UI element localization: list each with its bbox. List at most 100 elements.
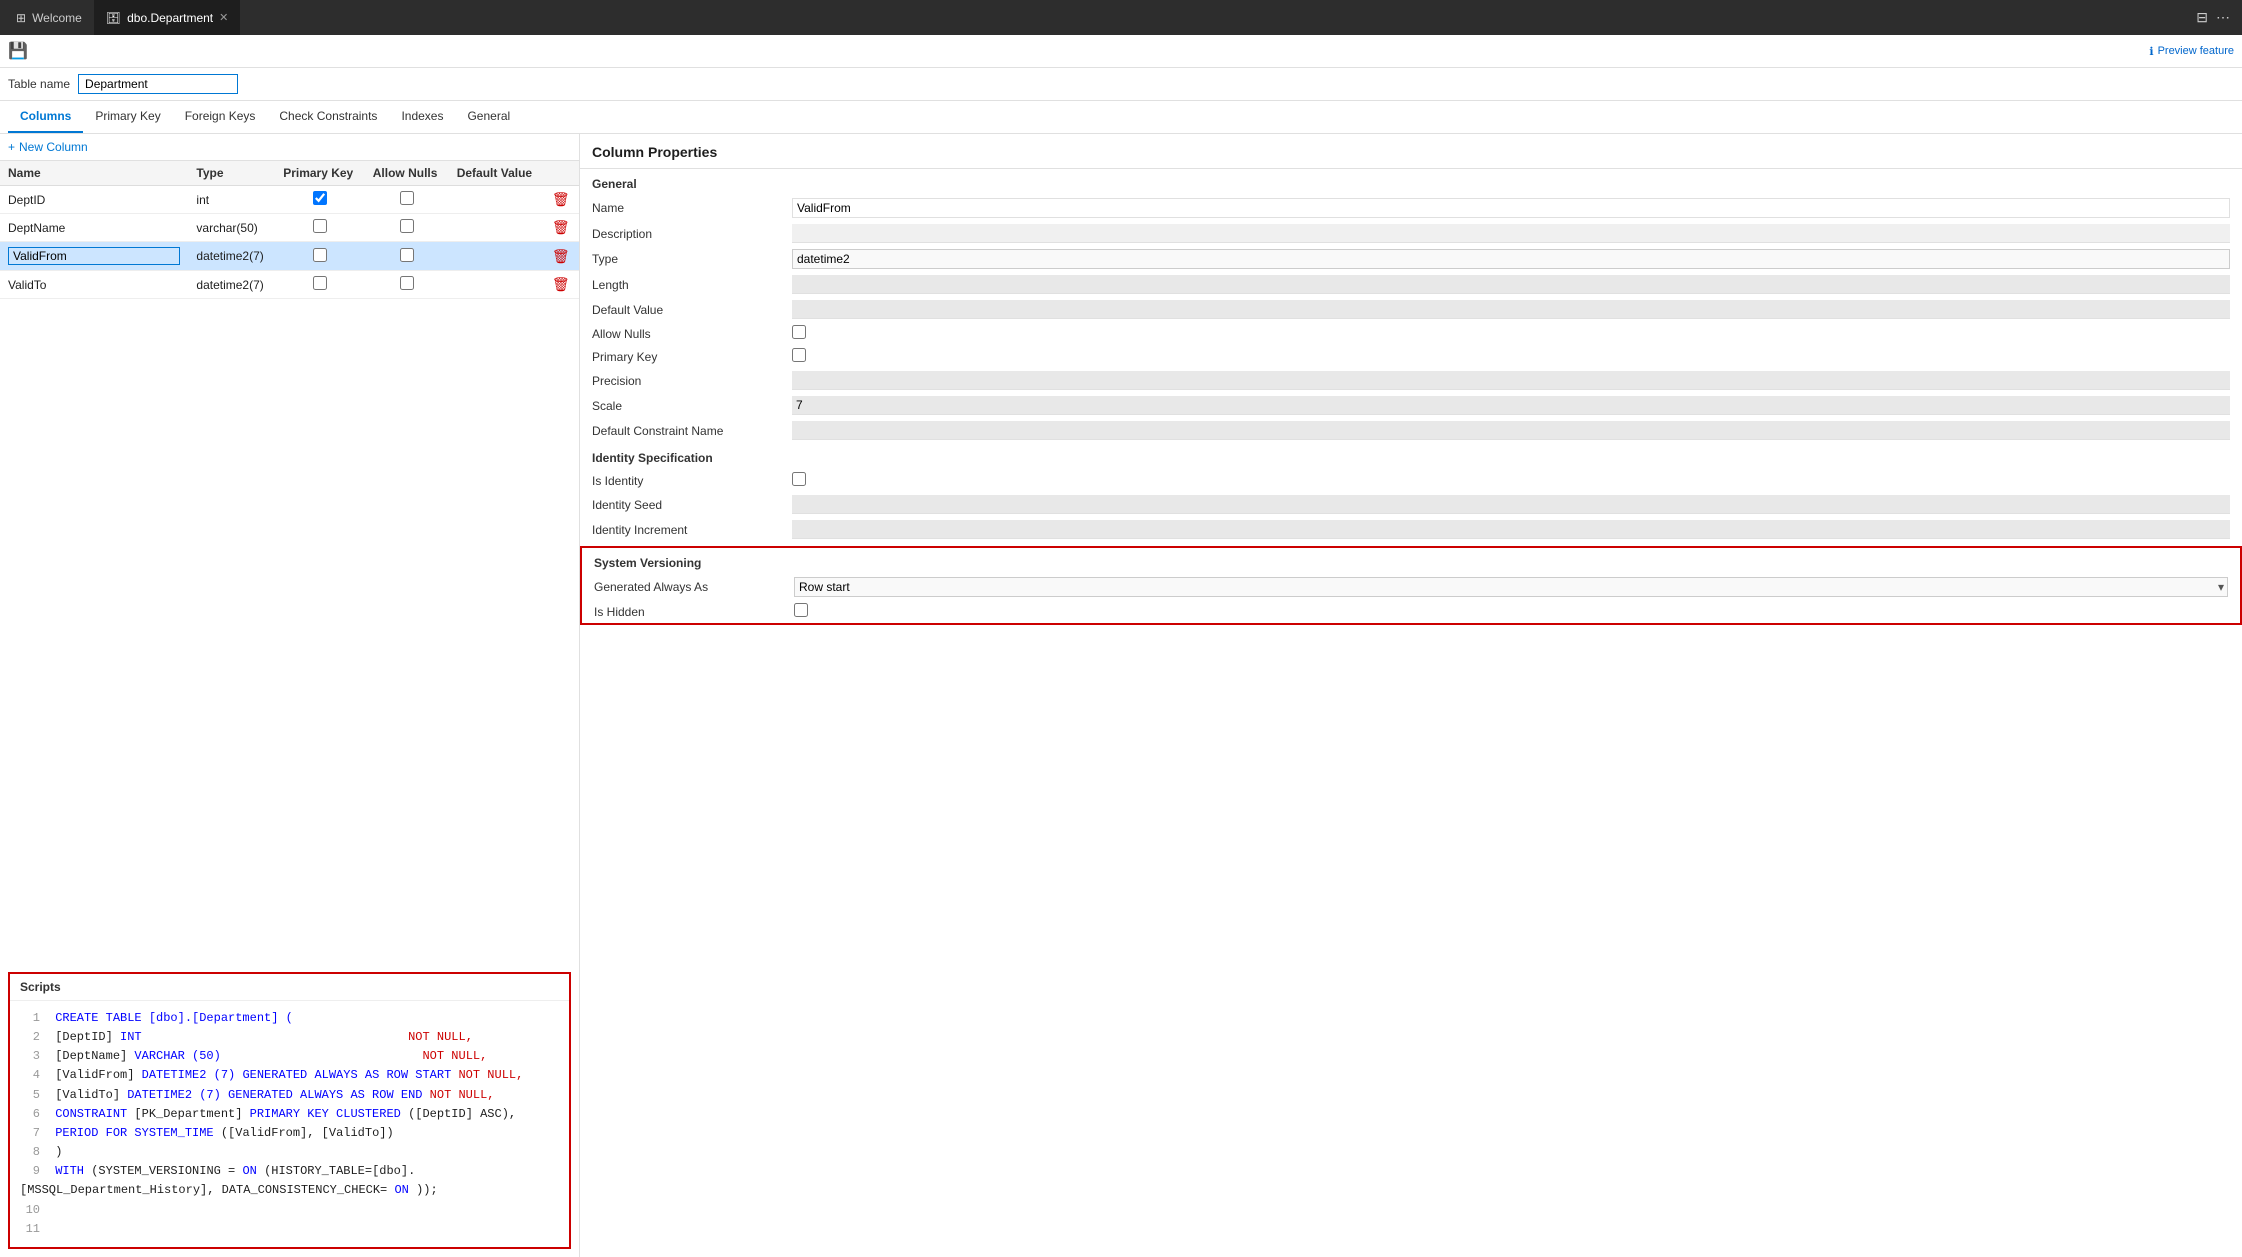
delete-row-icon[interactable]: 🗑 bbox=[552, 248, 570, 264]
table-row[interactable]: DeptID int 🗑 bbox=[0, 186, 579, 214]
prop-row-identity-increment: Identity Increment bbox=[580, 517, 2242, 542]
prop-description-input[interactable] bbox=[792, 224, 2230, 243]
preview-feature[interactable]: ℹ Preview feature bbox=[2149, 45, 2234, 58]
script-line-11: 11 bbox=[20, 1220, 559, 1239]
delete-row-icon[interactable]: 🗑 bbox=[552, 276, 570, 292]
col-default-cell bbox=[449, 271, 544, 299]
col-pk-cell[interactable] bbox=[275, 186, 365, 214]
tab-columns[interactable]: Columns bbox=[8, 101, 83, 133]
prop-is-identity-checkbox[interactable] bbox=[792, 472, 806, 486]
new-col-row: + New Column bbox=[0, 134, 579, 161]
tab-check-constraints[interactable]: Check Constraints bbox=[267, 101, 389, 133]
prop-allow-nulls-checkbox[interactable] bbox=[792, 325, 806, 339]
table-name-input[interactable] bbox=[78, 74, 238, 94]
script-line-10: 10 bbox=[20, 1201, 559, 1220]
pk-checkbox[interactable] bbox=[313, 248, 327, 262]
col-name-cell: DeptName bbox=[0, 214, 188, 242]
prop-identity-seed-input[interactable] bbox=[792, 495, 2230, 514]
delete-row-icon[interactable]: 🗑 bbox=[552, 219, 570, 235]
tab-table-label: dbo.Department bbox=[127, 11, 213, 25]
delete-row-icon[interactable]: 🗑 bbox=[552, 191, 570, 207]
col-header-default-value: Default Value bbox=[449, 161, 544, 186]
welcome-icon: ⊞ bbox=[16, 11, 26, 25]
tab-close-button[interactable]: ✕ bbox=[219, 11, 228, 24]
columns-table: Name Type Primary Key Allow Nulls Defaul… bbox=[0, 161, 579, 299]
col-name-cell: DeptID bbox=[0, 186, 188, 214]
tab-indexes[interactable]: Indexes bbox=[389, 101, 455, 133]
col-delete-cell[interactable]: 🗑 bbox=[544, 242, 579, 271]
prop-name-input[interactable] bbox=[792, 198, 2230, 218]
prop-row-primary-key: Primary Key bbox=[580, 345, 2242, 368]
table-row[interactable]: DeptName varchar(50) 🗑 bbox=[0, 214, 579, 242]
table-row[interactable]: ValidTo datetime2(7) 🗑 bbox=[0, 271, 579, 299]
more-actions-icon[interactable]: ⋯ bbox=[2216, 9, 2230, 26]
prop-type-select[interactable]: datetime2 int varchar nvarchar bbox=[792, 249, 2230, 269]
new-column-button[interactable]: + New Column bbox=[8, 140, 88, 154]
tab-foreign-keys[interactable]: Foreign Keys bbox=[173, 101, 268, 133]
identity-section-title: Identity Specification bbox=[580, 443, 2242, 469]
prop-length-input[interactable] bbox=[792, 275, 2230, 294]
identity-props-table: Is Identity Identity Seed Identity Incre… bbox=[580, 469, 2242, 542]
info-icon: ℹ bbox=[2149, 45, 2153, 58]
left-panel: + New Column Name Type Primary Key Allow… bbox=[0, 134, 580, 1257]
prop-identity-increment-input[interactable] bbox=[792, 520, 2230, 539]
prop-row-default-constraint-name: Default Constraint Name bbox=[580, 418, 2242, 443]
nulls-checkbox[interactable] bbox=[400, 248, 414, 262]
col-nulls-cell[interactable] bbox=[365, 186, 449, 214]
table-icon: 🗄 bbox=[106, 11, 121, 25]
col-pk-cell[interactable] bbox=[275, 214, 365, 242]
tab-table[interactable]: 🗄 dbo.Department ✕ bbox=[94, 0, 241, 35]
pk-checkbox[interactable] bbox=[313, 276, 327, 290]
split-editor-icon[interactable]: ⊟ bbox=[2196, 9, 2208, 26]
scripts-panel: Scripts 1 CREATE TABLE [dbo].[Department… bbox=[8, 972, 571, 1249]
prop-scale-input[interactable] bbox=[792, 396, 2230, 415]
script-line-2: 2 [DeptID] INT NOT NULL, bbox=[20, 1028, 559, 1047]
prop-default-value-input[interactable] bbox=[792, 300, 2230, 319]
col-nulls-cell[interactable] bbox=[365, 271, 449, 299]
tabs-right: ⊟ ⋯ bbox=[2196, 9, 2238, 26]
prop-generated-always-select[interactable]: Row start Row end None bbox=[794, 577, 2228, 597]
prop-primary-key-checkbox[interactable] bbox=[792, 348, 806, 362]
col-delete-cell[interactable]: 🗑 bbox=[544, 214, 579, 242]
col-delete-cell[interactable]: 🗑 bbox=[544, 186, 579, 214]
nav-tabs: Columns Primary Key Foreign Keys Check C… bbox=[0, 101, 2242, 134]
main-wrapper: 💾 ℹ Preview feature Table name Columns P… bbox=[0, 35, 2242, 1257]
tab-welcome[interactable]: ⊞ Welcome bbox=[4, 0, 94, 35]
prop-constraint-name-input[interactable] bbox=[792, 421, 2230, 440]
save-icon[interactable]: 💾 bbox=[8, 41, 28, 61]
scripts-body: 1 CREATE TABLE [dbo].[Department] ( 2 [D… bbox=[10, 1001, 569, 1247]
nulls-checkbox[interactable] bbox=[400, 219, 414, 233]
table-row[interactable]: datetime2(7) 🗑 bbox=[0, 242, 579, 271]
col-delete-cell[interactable]: 🗑 bbox=[544, 271, 579, 299]
prop-is-hidden-checkbox[interactable] bbox=[794, 603, 808, 617]
col-name-input[interactable] bbox=[8, 247, 180, 265]
col-header-type: Type bbox=[188, 161, 275, 186]
scripts-title: Scripts bbox=[20, 980, 61, 994]
pk-checkbox[interactable] bbox=[313, 219, 327, 233]
col-name-cell[interactable] bbox=[0, 242, 188, 271]
script-line-9: 9 WITH (SYSTEM_VERSIONING = ON (HISTORY_… bbox=[20, 1162, 559, 1200]
col-header-actions bbox=[544, 161, 579, 186]
prop-row-precision: Precision bbox=[580, 368, 2242, 393]
tab-welcome-label: Welcome bbox=[32, 11, 82, 25]
script-line-8: 8 ) bbox=[20, 1143, 559, 1162]
col-nulls-cell[interactable] bbox=[365, 242, 449, 271]
nulls-checkbox[interactable] bbox=[400, 191, 414, 205]
col-pk-cell[interactable] bbox=[275, 242, 365, 271]
content-area: + New Column Name Type Primary Key Allow… bbox=[0, 134, 2242, 1257]
col-nulls-cell[interactable] bbox=[365, 214, 449, 242]
right-panel: Column Properties General Name Descripti… bbox=[580, 134, 2242, 1257]
col-type-cell: datetime2(7) bbox=[188, 271, 275, 299]
prop-row-is-hidden: Is Hidden bbox=[582, 600, 2240, 623]
prop-row-type: Type datetime2 int varchar nvarchar bbox=[580, 246, 2242, 272]
nulls-checkbox[interactable] bbox=[400, 276, 414, 290]
pk-checkbox[interactable] bbox=[313, 191, 327, 205]
col-pk-cell[interactable] bbox=[275, 271, 365, 299]
new-column-label: New Column bbox=[19, 140, 88, 154]
prop-precision-input[interactable] bbox=[792, 371, 2230, 390]
tab-general[interactable]: General bbox=[455, 101, 522, 133]
col-header-primary-key: Primary Key bbox=[275, 161, 365, 186]
script-line-1: 1 CREATE TABLE [dbo].[Department] ( bbox=[20, 1009, 559, 1028]
tab-primary-key[interactable]: Primary Key bbox=[83, 101, 172, 133]
script-line-6: 6 CONSTRAINT [PK_Department] PRIMARY KEY… bbox=[20, 1105, 559, 1124]
